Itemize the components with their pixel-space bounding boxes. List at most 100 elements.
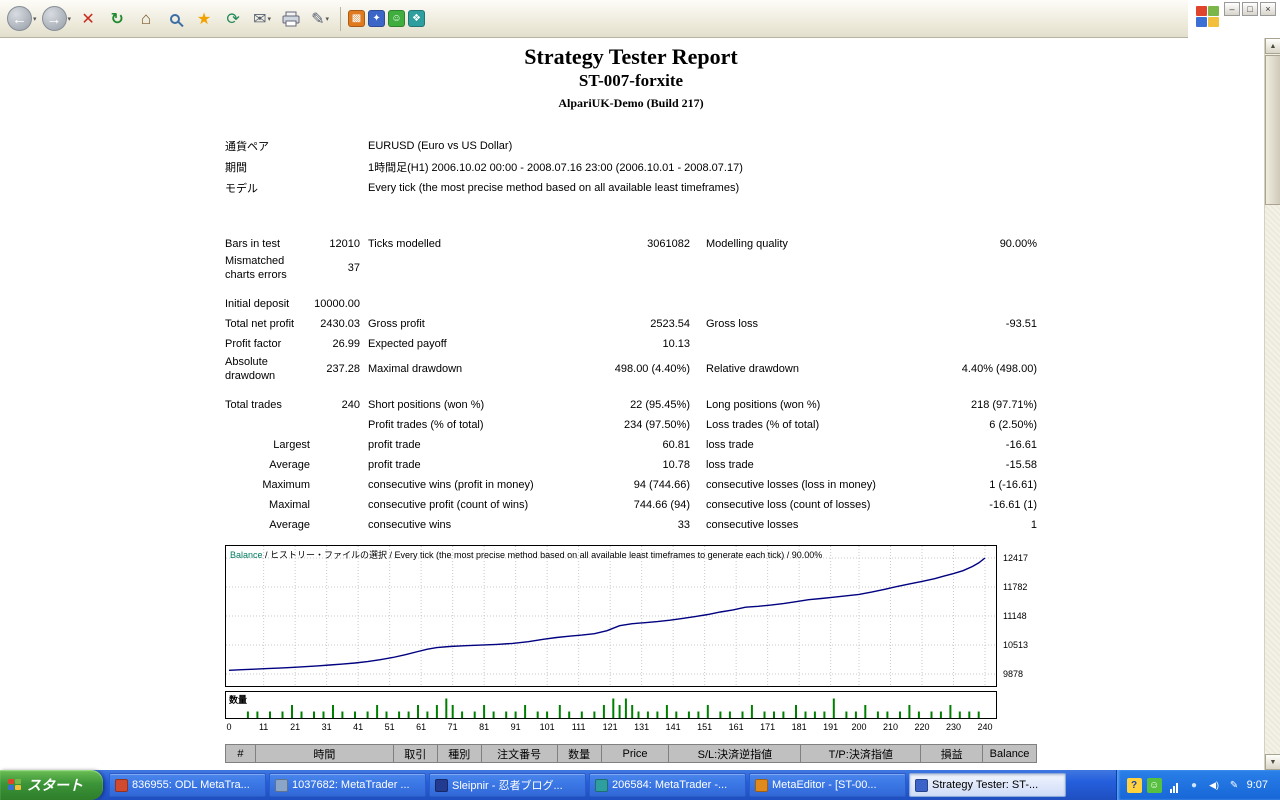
stats-value: 10.13 <box>662 338 690 351</box>
report-page: Strategy Tester Report ST-007-forxite Al… <box>225 44 1037 764</box>
vertical-scrollbar[interactable]: ▲ ▼ <box>1264 38 1280 770</box>
y-axis-tick-label: 11782 <box>1003 582 1028 593</box>
stats-value: 237.28 <box>326 362 360 375</box>
stats-value: 744.66 (94) <box>633 499 690 512</box>
stats-value: 2430.03 <box>320 318 360 331</box>
stats-label: Modelling quality <box>706 237 788 250</box>
volume-tray-icon[interactable]: ◀) <box>1207 778 1222 793</box>
stats-value: 4.40% (498.00) <box>961 362 1037 375</box>
signal-tray-icon[interactable] <box>1167 778 1182 793</box>
x-axis-tick-label: 111 <box>571 722 586 733</box>
stats-label: Bars in test <box>225 237 281 250</box>
x-axis-tick-label: 0 <box>226 722 232 733</box>
x-axis-tick-label: 101 <box>539 722 555 733</box>
stats-value: 234 (97.50%) <box>623 419 690 432</box>
browser-toolbar: ← ▾ → ▾ ✕ ↻ ⌂ ★ ⟳ ✉ ▾ ✎ ▾ ▩ ✦ ☺ ❖ <box>0 0 1188 38</box>
chart-legend-text: / ヒストリー・ファイルの選択 / Every tick (the most p… <box>262 550 823 561</box>
taskbar-clock: 9:07 <box>1246 779 1268 791</box>
stats-value: 1 <box>1030 519 1037 532</box>
scrollbar-up-icon[interactable]: ▲ <box>1265 38 1280 54</box>
taskbar-button[interactable]: 1037682: MetaTrader ... <box>269 773 426 797</box>
refresh-button[interactable]: ↻ <box>104 6 130 32</box>
search-button[interactable] <box>162 6 188 32</box>
taskbar-button[interactable]: 206584: MetaTrader -... <box>589 773 746 797</box>
close-button[interactable]: × <box>1260 2 1276 16</box>
edit-dropdown-icon[interactable]: ▾ <box>325 15 329 23</box>
balance-plot: Balance / ヒストリー・ファイルの選択 / Every tick (th… <box>225 545 997 688</box>
plugin-green-icon[interactable]: ☺ <box>388 10 406 27</box>
back-dropdown-icon[interactable]: ▾ <box>33 15 37 23</box>
taskbar-button[interactable]: Strategy Tester: ST-... <box>909 773 1066 797</box>
plugin-blue-icon[interactable]: ✦ <box>368 10 386 27</box>
stats-label: Initial deposit <box>225 298 290 311</box>
forward-icon: → <box>41 6 67 31</box>
param-row: 期間 1時間足(H1) 2006.10.02 00:00 - 2008.07.16… <box>225 156 1037 177</box>
pen-tray-icon[interactable]: ✎ <box>1227 778 1242 793</box>
x-axis-tick-label: 61 <box>416 722 427 733</box>
stop-button[interactable]: ✕ <box>75 6 101 32</box>
stats-label: Profit factor <box>225 338 282 351</box>
param-label: 通貨ペア <box>225 140 269 153</box>
taskbar-button[interactable]: MetaEditor - [ST-00... <box>749 773 906 797</box>
system-tray: ? ☺ ● ◀) ✎ 9:07 <box>1115 770 1280 800</box>
plugin-orange-icon[interactable]: ▩ <box>348 10 366 27</box>
y-axis-tick-label: 9878 <box>1003 669 1024 680</box>
stop-icon: ✕ <box>81 10 95 28</box>
toolbar-separator <box>340 6 342 31</box>
stats-row: Average consecutive wins 33 consecutive los… <box>225 515 1037 535</box>
scrollbar-thumb[interactable] <box>1265 55 1280 205</box>
x-axis-tick-label: 171 <box>760 722 776 733</box>
forward-dropdown-icon[interactable]: ▾ <box>68 15 72 23</box>
help-tray-icon[interactable]: ? <box>1126 777 1142 793</box>
trades-header-cell: 注文番号 <box>482 745 558 763</box>
minimize-button[interactable]: – <box>1224 2 1240 16</box>
x-axis-tick-label: 210 <box>882 722 899 733</box>
mail-dropdown-icon[interactable]: ▾ <box>267 15 271 23</box>
print-button[interactable] <box>278 6 304 32</box>
param-value: EURUSD (Euro vs US Dollar) <box>368 139 513 152</box>
x-axis-tick-label: 220 <box>914 722 930 733</box>
stats-label: consecutive wins (profit in money) <box>368 479 534 492</box>
stats-label: Short positions (won %) <box>368 399 485 412</box>
taskbar-button-icon <box>435 778 448 792</box>
refresh-icon: ↻ <box>110 10 124 28</box>
forward-button[interactable]: → ▾ <box>41 5 73 32</box>
stats-label: Profit trades (% of total) <box>368 419 484 432</box>
stats-row: Mismatched charts errors 37 <box>225 254 1037 283</box>
stats-value: 10000.00 <box>314 298 360 311</box>
x-axis-tick-label: 151 <box>697 722 713 733</box>
messenger-tray-icon[interactable]: ☺ <box>1146 777 1162 793</box>
history-button[interactable]: ⟳ <box>220 6 246 32</box>
stats-row: Maximum consecutive wins (profit in money… <box>225 475 1037 495</box>
taskbar-button-icon <box>915 778 928 792</box>
stats-value: 60.81 <box>662 439 690 452</box>
window-chrome: – □ × <box>1188 0 1280 38</box>
browser-window: ← ▾ → ▾ ✕ ↻ ⌂ ★ ⟳ ✉▾ ✎▾ ▩ ✦ ☺ ❖ – □ × <box>0 0 1280 800</box>
stats-value: 218 (97.71%) <box>970 399 1037 412</box>
taskbar-button[interactable]: 836955: ODL MetaTra... <box>109 773 266 797</box>
stats-label: Average <box>269 459 310 472</box>
maximize-button[interactable]: □ <box>1242 2 1258 16</box>
param-table: 通貨ペア EURUSD (Euro vs US Dollar) 期間 1時間足(H1)… <box>225 135 1037 198</box>
volume-bars-svg <box>246 698 980 719</box>
x-axis-tick-label: 131 <box>634 722 650 733</box>
home-button[interactable]: ⌂ <box>133 6 159 32</box>
stats-label: profit trade <box>368 459 421 472</box>
chart-legend-balance: Balance <box>230 550 263 561</box>
taskbar-button[interactable]: Sleipnir - 忍者ブログ... <box>429 773 586 797</box>
windows-logo-icon <box>1196 6 1220 28</box>
x-axis-tick-label: 71 <box>447 722 458 733</box>
taskbar-button-icon <box>595 778 608 792</box>
stats-label: Long positions (won %) <box>706 399 821 412</box>
plugin-teal-icon[interactable]: ❖ <box>408 10 426 27</box>
taskbar-buttons: 836955: ODL MetaTra... 1037682: MetaTrade… <box>109 773 1066 797</box>
network-tray-icon[interactable]: ● <box>1187 778 1202 793</box>
stats-value: 2523.54 <box>650 318 690 331</box>
favorites-button[interactable]: ★ <box>191 6 217 32</box>
edit-button[interactable]: ✎ ▾ <box>307 6 333 32</box>
mail-button[interactable]: ✉ ▾ <box>249 6 275 32</box>
back-button[interactable]: ← ▾ <box>6 5 38 32</box>
start-button[interactable]: スタート <box>0 770 103 800</box>
stats-row: Maximal consecutive profit (count of wins… <box>225 495 1037 515</box>
scrollbar-down-icon[interactable]: ▼ <box>1265 754 1280 770</box>
